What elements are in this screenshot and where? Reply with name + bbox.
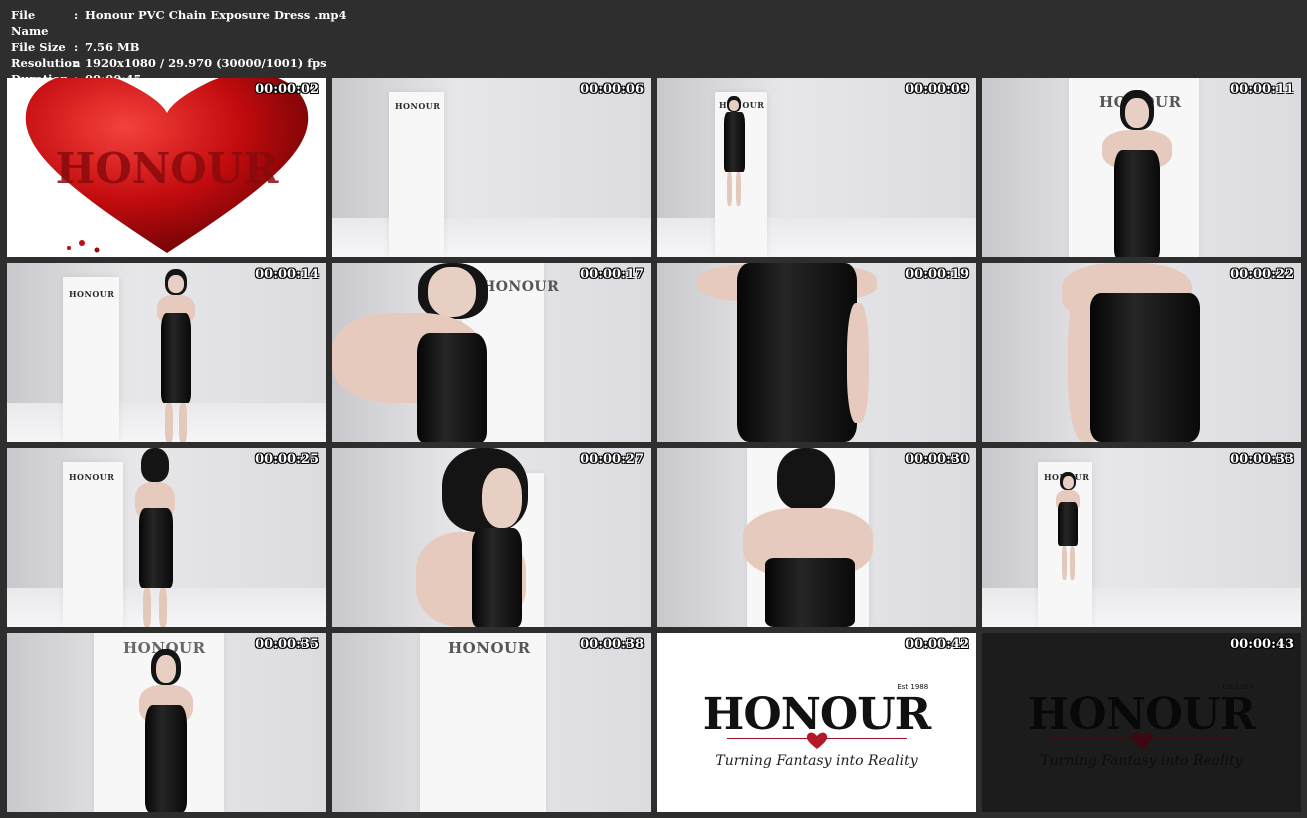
- timestamp: 00:00:14: [255, 267, 319, 282]
- door-logo: HONOUR: [69, 289, 115, 299]
- separator: :: [74, 40, 79, 54]
- door: [420, 633, 546, 812]
- thumbnail[interactable]: HONOUR 00:00:14: [7, 263, 326, 442]
- thumbnail-grid: HONOUR 00:00:02 HONOUR 00:00:06 HONOUR 0…: [7, 78, 1301, 812]
- timestamp: 00:00:11: [1230, 82, 1294, 97]
- timestamp: 00:00:25: [255, 452, 319, 467]
- timestamp: 00:00:43: [1230, 637, 1294, 652]
- heart-icon: [1131, 732, 1152, 749]
- timestamp: 00:00:35: [255, 637, 319, 652]
- door: [63, 277, 119, 442]
- thumbnail[interactable]: HONOUR 00:00:09: [657, 78, 976, 257]
- timestamp: 00:00:27: [580, 452, 644, 467]
- brand-divider: [1051, 732, 1232, 749]
- brand-tagline: Turning Fantasy into Reality: [715, 752, 918, 769]
- timestamp: 00:00:02: [255, 82, 319, 97]
- resolution-label: Resolution: [11, 56, 81, 70]
- file-size-label: File Size: [11, 40, 66, 54]
- separator: :: [74, 56, 79, 70]
- timestamp: 00:00:06: [580, 82, 644, 97]
- door-logo: HONOUR: [69, 472, 115, 482]
- thumbnail[interactable]: 00:00:27: [332, 448, 651, 627]
- brand-divider: [726, 732, 907, 749]
- floor: [332, 217, 651, 257]
- separator: :: [74, 8, 79, 22]
- thumbnail[interactable]: HONOUR 00:00:06: [332, 78, 651, 257]
- thumbnail[interactable]: HONOUR 00:00:33: [982, 448, 1301, 627]
- door-logo: HONOUR: [719, 100, 765, 110]
- timestamp: 00:00:38: [580, 637, 644, 652]
- thumbnail[interactable]: HONOUR 00:00:17: [332, 263, 651, 442]
- thumbnail[interactable]: HONOUR 00:00:11: [982, 78, 1301, 257]
- thumbnail[interactable]: HONOUR 00:00:35: [7, 633, 326, 812]
- file-size-value: 7.56 MB: [85, 40, 140, 54]
- resolution-value: 1920x1080 / 29.970 (30000/1001) fps: [85, 56, 327, 70]
- brand-tagline: Turning Fantasy into Reality: [1040, 752, 1243, 769]
- door: [63, 462, 123, 627]
- floor: [657, 217, 976, 257]
- timestamp: 00:00:30: [905, 452, 969, 467]
- file-name-row: File Name : Honour PVC Chain Exposure Dr…: [11, 7, 346, 39]
- thumbnail[interactable]: 00:00:22: [982, 263, 1301, 442]
- brand-est: Est 1988: [1222, 682, 1254, 691]
- timestamp: 00:00:22: [1230, 267, 1294, 282]
- file-size-row: File Size : 7.56 MB: [11, 39, 346, 55]
- thumbnail[interactable]: HONOUR 00:00:02: [7, 78, 326, 257]
- door-logo: HONOUR: [482, 279, 560, 295]
- door-logo: HONOUR: [448, 639, 531, 657]
- file-name-label: File Name: [11, 8, 49, 38]
- thumbnail[interactable]: HONOUR Est 1988 Turning Fantasy into Rea…: [657, 633, 976, 812]
- thumbnail[interactable]: 00:00:19: [657, 263, 976, 442]
- timestamp: 00:00:17: [580, 267, 644, 282]
- timestamp: 00:00:19: [905, 267, 969, 282]
- file-info-panel: File Name : Honour PVC Chain Exposure Dr…: [11, 7, 346, 87]
- timestamp: 00:00:33: [1230, 452, 1294, 467]
- brand-est: Est 1988: [897, 682, 929, 691]
- svg-text:HONOUR: HONOUR: [56, 144, 280, 193]
- thumbnail[interactable]: 00:00:30: [657, 448, 976, 627]
- timestamp: 00:00:09: [905, 82, 969, 97]
- thumbnail[interactable]: HONOUR 00:00:25: [7, 448, 326, 627]
- resolution-row: Resolution : 1920x1080 / 29.970 (30000/1…: [11, 55, 346, 71]
- thumbnail[interactable]: HONOUR 00:00:38: [332, 633, 651, 812]
- file-name-value: Honour PVC Chain Exposure Dress .mp4: [85, 8, 347, 22]
- door-logo: HONOUR: [395, 101, 441, 111]
- timestamp: 00:00:42: [905, 637, 969, 652]
- floor: [982, 587, 1301, 627]
- heart-logo-image: HONOUR: [25, 78, 309, 253]
- door: [389, 92, 444, 257]
- heart-icon: [806, 732, 827, 749]
- thumbnail[interactable]: HONOUR Est 1988 Turning Fantasy into Rea…: [982, 633, 1301, 812]
